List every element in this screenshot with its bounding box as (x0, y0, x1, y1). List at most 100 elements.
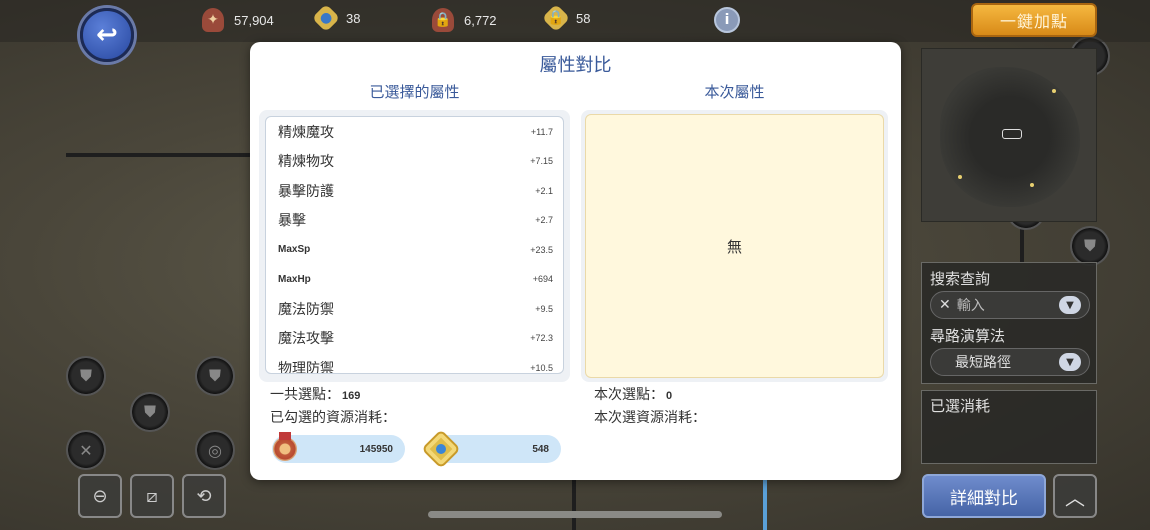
cost-value: 145950 (359, 443, 393, 455)
minimap-marker (958, 175, 962, 179)
skill-node-icon[interactable]: ⛊ (130, 392, 170, 432)
skill-node-icon[interactable]: ⛊ (66, 356, 106, 396)
info-button[interactable]: i (714, 7, 740, 33)
current-attributes-frame: 無 (581, 110, 888, 382)
attribute-label: 魔法攻擊 (278, 331, 334, 348)
back-button[interactable]: ↩ (80, 8, 134, 62)
resource-locked-gear: 🔒 58 (541, 3, 591, 33)
attribute-list[interactable]: 精煉魔攻 +11.7 精煉物攻 +7.15 暴擊防護 +2.1 暴擊 +2.7 MaxSp +23… (265, 116, 564, 374)
search-input[interactable]: ✕ 輸入 ▼ (930, 291, 1090, 319)
chevron-up-icon: ︿ (1065, 485, 1085, 510)
minimap-viewport[interactable] (1002, 129, 1022, 139)
attribute-row: MaxSp +23.5 (266, 235, 563, 265)
attribute-row: 暴擊 +2.7 (266, 206, 563, 236)
current-attributes-panel: 無 (585, 114, 884, 378)
skill-node-icon[interactable]: ⛊ (195, 356, 235, 396)
attribute-row: MaxHp +694 (266, 265, 563, 295)
attribute-label: 物理防禦 (278, 360, 334, 374)
resource-gear: ● 38 (311, 3, 361, 33)
resource-value: 38 (346, 10, 361, 26)
detail-compare-button[interactable]: 詳細對比 (922, 474, 1046, 518)
resource-medal: ✦ 57,904 (202, 8, 274, 32)
gear-icon: ● (311, 3, 341, 33)
chevron-down-icon[interactable]: ▼ (1059, 353, 1081, 371)
attribute-value: +72.3 (530, 333, 553, 344)
dialog-title: 屬性對比 (539, 55, 612, 76)
this-cost-label: 本次選資源消耗： (594, 410, 706, 426)
attribute-label: 暴擊防護 (278, 183, 334, 200)
algorithm-value: 最短路徑 (955, 355, 1011, 371)
back-arrow-icon: ↩ (96, 20, 118, 50)
this-points-label: 本次選點： (594, 387, 664, 403)
medal-icon (268, 431, 302, 467)
search-placeholder: 輸入 (956, 298, 985, 314)
skill-node-icon[interactable]: ⛊ (1070, 226, 1110, 266)
map-path (572, 480, 576, 530)
attribute-row: 精煉魔攻 +11.7 (266, 117, 563, 147)
total-points-label: 一共選點： (270, 387, 340, 403)
attribute-value: +694 (532, 274, 553, 285)
resource-value: 57,904 (234, 12, 274, 28)
total-points: 一共選點： 169 (270, 384, 360, 404)
locate-button[interactable]: ⟲ (182, 474, 226, 518)
zoom-icon: ⊖ (92, 485, 108, 507)
filter-button[interactable]: ⧄ (130, 474, 174, 518)
gear-icon (424, 431, 458, 467)
attribute-value: +7.15 (530, 156, 553, 167)
home-indicator (428, 511, 722, 518)
selected-attributes-header: 已選擇的屬性 (369, 83, 460, 101)
map-path (66, 153, 250, 157)
locked-gear-icon: 🔒 (541, 3, 571, 33)
attribute-label: 魔法防禦 (278, 301, 334, 318)
search-panel: 搜索查詢 ✕ 輸入 ▼ 尋路演算法 最短路徑 ▼ (921, 262, 1097, 384)
algorithm-label: 尋路演算法 (930, 327, 1006, 345)
attribute-row: 暴擊防護 +2.1 (266, 176, 563, 206)
attribute-value: +10.5 (530, 362, 553, 373)
attribute-label: 暴擊 (278, 213, 306, 230)
attribute-row: 精煉物攻 +7.15 (266, 147, 563, 177)
this-points-value: 0 (666, 390, 673, 402)
minimap-marker (1030, 183, 1034, 187)
attribute-value: +2.7 (535, 215, 553, 226)
attribute-value: +2.1 (535, 185, 553, 196)
slash-icon: ⧄ (146, 485, 158, 507)
skill-node-icon[interactable]: ✕ (66, 430, 106, 470)
search-label: 搜索查詢 (930, 270, 991, 288)
locate-icon: ⟲ (196, 485, 212, 507)
attribute-row: 魔法防禦 +9.5 (266, 294, 563, 324)
chevron-down-icon[interactable]: ▼ (1059, 296, 1081, 314)
attribute-label: MaxSp (278, 244, 311, 256)
attribute-compare-dialog: 屬性對比 已選擇的屬性 本次屬性 精煉魔攻 +11.7 精煉物攻 +7.15 暴擊防護 +… (250, 42, 901, 480)
one-key-add-button[interactable]: 一鍵加點 (971, 3, 1097, 37)
total-points-value: 169 (342, 390, 361, 402)
selected-cost-label: 已勾選的資源消耗： (270, 410, 396, 426)
attribute-value: +9.5 (535, 303, 553, 314)
minimap-marker (1052, 89, 1056, 93)
collapse-button[interactable]: ︿ (1053, 474, 1097, 518)
locked-medal-icon: 🔒 (432, 8, 454, 32)
map-path-active (763, 480, 767, 530)
minimap[interactable] (921, 48, 1097, 222)
algorithm-select[interactable]: 最短路徑 ▼ (930, 348, 1090, 376)
current-attributes-header: 本次屬性 (704, 83, 765, 101)
empty-text: 無 (726, 237, 742, 256)
resource-value: 6,772 (464, 12, 497, 28)
zoom-button[interactable]: ⊖ (78, 474, 122, 518)
resource-locked-medal: 🔒 6,772 (432, 8, 497, 32)
attribute-label: MaxHp (278, 273, 311, 285)
attribute-value: +11.7 (530, 126, 553, 137)
resource-value: 58 (576, 10, 591, 26)
attribute-row: 魔法攻擊 +72.3 (266, 324, 563, 354)
attribute-row: 物理防禦 +10.5 (266, 353, 563, 374)
attribute-label: 精煉物攻 (278, 154, 334, 171)
spent-panel: 已選消耗 (921, 390, 1097, 464)
medal-icon: ✦ (202, 8, 224, 32)
attribute-value: +23.5 (530, 244, 553, 255)
skill-node-icon[interactable]: ◎ (195, 430, 235, 470)
attribute-label: 精煉魔攻 (278, 124, 334, 141)
spent-label: 已選消耗 (930, 397, 991, 415)
this-points: 本次選點： 0 (594, 384, 672, 404)
cost-value: 548 (532, 443, 549, 455)
close-icon[interactable]: ✕ (939, 297, 951, 313)
selected-attributes-frame: 精煉魔攻 +11.7 精煉物攻 +7.15 暴擊防護 +2.1 暴擊 +2.7 MaxSp +23… (259, 110, 570, 382)
